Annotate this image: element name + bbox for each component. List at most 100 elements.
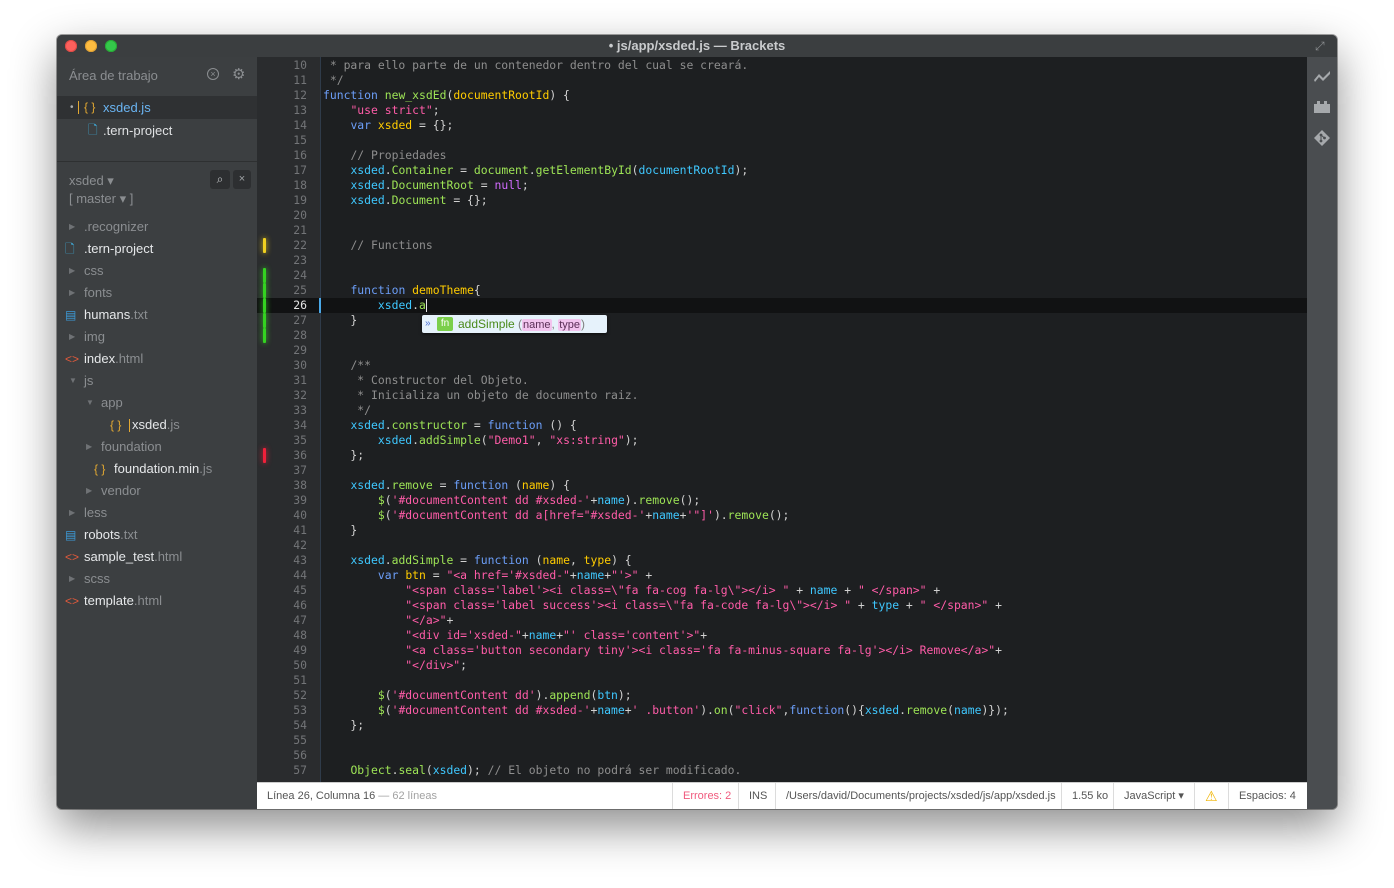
tree-item-sample-test-html[interactable]: <> sample_test.html [57,546,257,568]
code-line[interactable]: 14 var xsded = {}; [257,118,1307,133]
code-line[interactable]: 52 $('#documentContent dd').append(btn); [257,688,1307,703]
tree-item-humans-txt[interactable]: ▤ humans.txt [57,304,257,326]
language-dropdown[interactable]: JavaScript ▾ [1113,783,1194,809]
code-line[interactable]: 33 */ [257,403,1307,418]
tree-item-less[interactable]: ▶ less [57,502,257,524]
tree-item-index-html[interactable]: <> index.html [57,348,257,370]
tree-item-fonts[interactable]: ▶ fonts [57,282,257,304]
tree-item-vendor[interactable]: ▶ vendor [57,480,257,502]
code-line[interactable]: 13 "use strict"; [257,103,1307,118]
chevron-right-icon[interactable]: ▶ [69,502,75,524]
code-line[interactable]: 24 [257,268,1307,283]
chevron-right-icon[interactable]: ▶ [69,216,75,238]
live-preview-icon[interactable] [1313,67,1331,85]
chevron-right-icon[interactable]: ▶ [69,568,75,590]
errors-indicator[interactable]: Errores: 2 [672,783,741,809]
gear-icon[interactable]: ⚙ [232,65,245,83]
tree-item-foundation-min-js[interactable]: { } foundation.min.js [57,458,257,480]
close-icon[interactable]: × [233,170,251,189]
code-line[interactable]: 12 function new_xsdEd(documentRootId) { [257,88,1307,103]
code-line[interactable]: 41 } [257,523,1307,538]
extension-manager-icon[interactable] [1313,98,1331,116]
code-line[interactable]: 55 [257,733,1307,748]
indent-setting[interactable]: Espacios: 4 [1228,783,1306,809]
code-editor[interactable]: 10 * para ello parte de un contenedor de… [257,57,1307,782]
code-line[interactable]: 16 // Propiedades [257,148,1307,163]
project-dropdown[interactable]: xsded ▾ [69,173,114,189]
working-set-item-tern-project[interactable]: 🗋 .tern-project [57,119,257,142]
code-line[interactable]: 21 [257,223,1307,238]
code-line[interactable]: 22 // Functions [257,238,1307,253]
code-area[interactable]: 10 * para ello parte de un contenedor de… [257,58,1307,778]
code-line[interactable]: 39 $('#documentContent dd #xsded-'+name)… [257,493,1307,508]
code-line[interactable]: 44 var btn = "<a href='#xsded-"+name+"'>… [257,568,1307,583]
active-code-line[interactable]: 26 xsded.a [257,298,1307,313]
code-line[interactable]: 49 "<a class='button secondary tiny'><i … [257,643,1307,658]
working-set-item-xsded-js[interactable]: • { } xsded.js [57,96,265,119]
tree-item-tern-project[interactable]: 🗋 .tern-project [57,238,257,260]
code-line[interactable]: 38 xsded.remove = function (name) { [257,478,1307,493]
code-line[interactable]: 57 Object.seal(xsded); // El objeto no p… [257,763,1307,778]
chevron-right-icon[interactable]: ▶ [86,480,92,502]
chevron-right-icon[interactable]: ▶ [69,326,75,348]
code-line[interactable]: 45 "<span class='label'><i class=\"fa fa… [257,583,1307,598]
code-line[interactable]: 17 xsded.Container = document.getElement… [257,163,1307,178]
code-line[interactable]: 19 xsded.Document = {}; [257,193,1307,208]
code-line[interactable]: 46 "<span class='label success'><i class… [257,598,1307,613]
code-line[interactable]: 40 $('#documentContent dd a[href="#xsded… [257,508,1307,523]
code-line[interactable]: 18 xsded.DocumentRoot = null; [257,178,1307,193]
code-line[interactable]: 29 [257,343,1307,358]
warning-icon[interactable]: ⚠ [1194,783,1228,809]
code-line[interactable]: 54 }; [257,718,1307,733]
insert-mode-toggle[interactable]: INS [738,783,777,809]
code-line[interactable]: 43 xsded.addSimple = function (name, typ… [257,553,1307,568]
search-icon[interactable]: ⌕ [210,170,230,189]
git-branch-dropdown[interactable]: [ master ▾ ] [69,191,133,207]
code-line[interactable]: 51 [257,673,1307,688]
tree-item-robots-txt[interactable]: ▤ robots.txt [57,524,257,546]
code-line[interactable]: 36 }; [257,448,1307,463]
tree-item-scss[interactable]: ▶ scss [57,568,257,590]
tree-item-app[interactable]: ▼ app [57,392,257,414]
code-line[interactable]: 37 [257,463,1307,478]
code-line[interactable]: 20 [257,208,1307,223]
fullscreen-icon[interactable]: ⤢ [1315,39,1329,53]
code-hint-popup[interactable]: » fn addSimple (name, type) [422,315,607,333]
code-line[interactable]: 10 * para ello parte de un contenedor de… [257,58,1307,73]
hint-function-name[interactable]: addSimple [458,315,515,333]
code-line[interactable]: 32 * Inicializa un objeto de documento r… [257,388,1307,403]
code-line[interactable]: 25 function demoTheme{ [257,283,1307,298]
code-line[interactable]: 27 } [257,313,1307,328]
chevron-right-icon[interactable]: ▶ [69,260,75,282]
tree-item-template-html[interactable]: <> template.html [57,590,257,612]
tree-item-js[interactable]: ▼ js [57,370,257,392]
tree-item-recognizer[interactable]: ▶ .recognizer [57,216,257,238]
code-line[interactable]: 35 xsded.addSimple("Demo1", "xs:string")… [257,433,1307,448]
code-line[interactable]: 42 [257,538,1307,553]
tree-item-css[interactable]: ▶ css [57,260,257,282]
code-line[interactable]: 53 $('#documentContent dd #xsded-'+name+… [257,703,1307,718]
code-line[interactable]: 15 [257,133,1307,148]
tree-item-xsded-js[interactable]: { } xsded.js [57,414,257,436]
code-line[interactable]: 23 [257,253,1307,268]
code-line[interactable]: 50 "</div>"; [257,658,1307,673]
close-all-icon[interactable]: × [207,68,219,80]
code-line[interactable]: 34 xsded.constructor = function () { [257,418,1307,433]
code-line[interactable]: 30 /** [257,358,1307,373]
cursor-position[interactable]: Línea 26, Columna 16 — 62 líneas [267,790,437,802]
chevron-down-icon[interactable]: ▼ [69,370,77,392]
code-line[interactable]: 56 [257,748,1307,763]
chevron-right-icon[interactable]: ▶ [69,282,75,304]
code-line[interactable]: 11 */ [257,73,1307,88]
tree-item-foundation[interactable]: ▶ foundation [57,436,257,458]
chevron-right-icon[interactable]: ▶ [86,436,92,458]
code-line[interactable]: 47 "</a>"+ [257,613,1307,628]
git-icon[interactable] [1313,129,1331,147]
chevron-down-icon[interactable]: ▼ [86,392,94,414]
code-line[interactable]: 48 "<div id='xsded-"+name+"' class='cont… [257,628,1307,643]
code-line[interactable]: 28 [257,328,1307,343]
tree-item-img[interactable]: ▶ img [57,326,257,348]
code-token: '"]' [686,508,714,522]
code-line[interactable]: 31 * Constructor del Objeto. [257,373,1307,388]
